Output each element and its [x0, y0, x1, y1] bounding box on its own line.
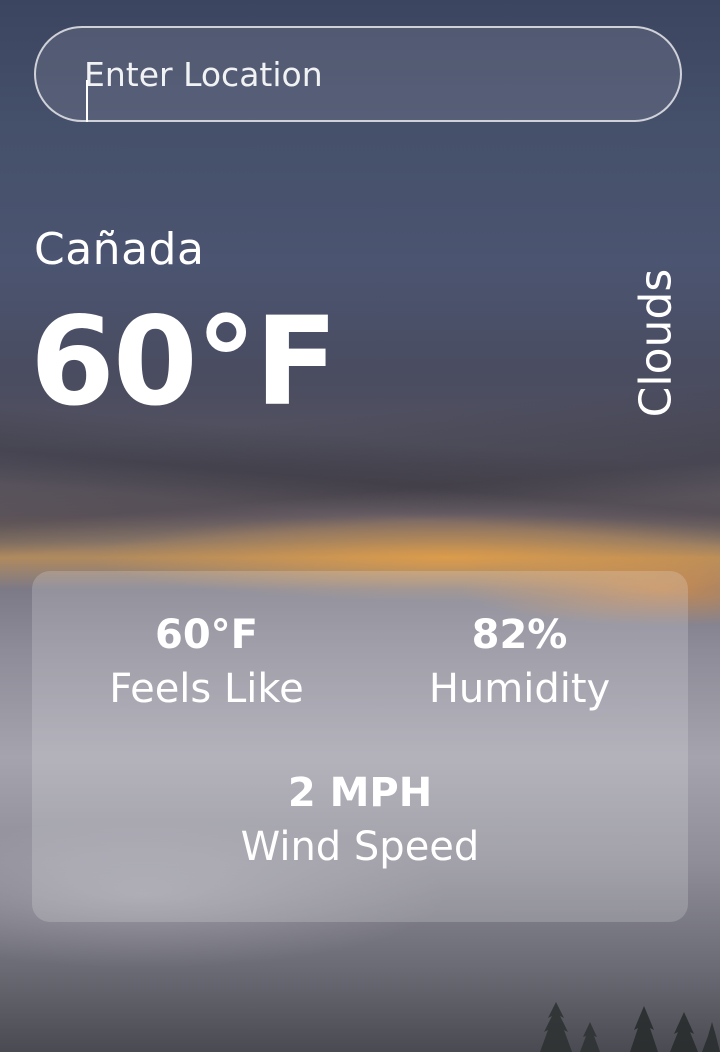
weather-details-card: 60°F Feels Like 82% Humidity 2 MPH Wind …	[32, 571, 688, 922]
wind-speed-metric: 2 MPH Wind Speed	[210, 769, 510, 877]
humidity-label: Humidity	[428, 666, 611, 712]
feels-like-label: Feels Like	[109, 666, 304, 712]
location-name: Cañada	[34, 224, 205, 275]
humidity-value: 82%	[471, 612, 568, 658]
feels-like-metric: 60°F Feels Like	[84, 611, 329, 719]
weather-condition: Clouds	[630, 268, 682, 418]
feels-like-value: 60°F	[155, 612, 258, 658]
wind-speed-label: Wind Speed	[240, 824, 480, 870]
humidity-metric: 82% Humidity	[402, 611, 637, 719]
wind-speed-value: 2 MPH	[287, 770, 433, 816]
location-search-input[interactable]	[84, 28, 644, 120]
trees-silhouette-icon	[540, 1002, 720, 1052]
text-cursor	[86, 80, 88, 122]
current-temperature: 60°F	[30, 291, 338, 433]
location-search-box[interactable]	[34, 26, 682, 122]
